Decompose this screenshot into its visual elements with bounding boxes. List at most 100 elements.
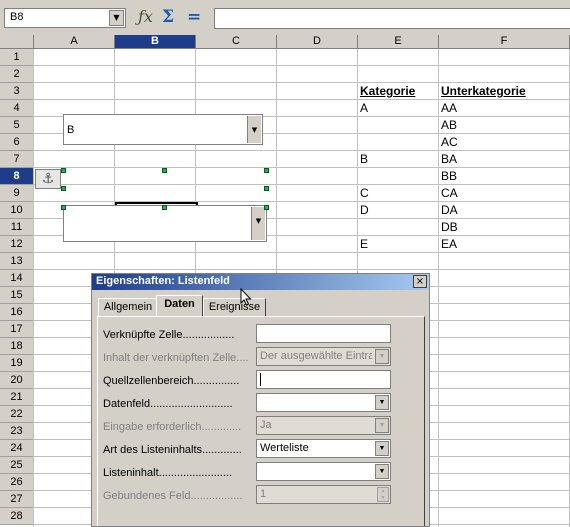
tab-daten[interactable]: Daten [156, 295, 203, 316]
row-header-12[interactable]: 12 [0, 236, 34, 253]
formula-input[interactable] [214, 8, 570, 29]
chevron-down-icon[interactable]: ▼ [251, 207, 265, 240]
gridline [34, 167, 570, 168]
row-header-4[interactable]: 4 [0, 100, 34, 117]
cell-e12[interactable]: E [360, 237, 368, 251]
dialog-title-bar[interactable]: Eigenschaften: Listenfeld × [92, 274, 429, 290]
gridline [34, 150, 570, 151]
tab-ereignisse[interactable]: Ereignisse [203, 298, 266, 316]
selection-handle[interactable] [61, 168, 66, 173]
row-header-10[interactable]: 10 [0, 202, 34, 219]
column-header-a[interactable]: A [34, 35, 115, 49]
row-header-17[interactable]: 17 [0, 321, 34, 338]
selection-handle[interactable] [264, 205, 269, 210]
row-header-14[interactable]: 14 [0, 270, 34, 287]
formula-bar: B8 ▼ ƒx Σ = [0, 0, 570, 35]
anchor-icon[interactable]: ⚓ [35, 169, 61, 189]
cell-f11[interactable]: DB [441, 220, 458, 234]
row-header-3[interactable]: 3 [0, 83, 34, 100]
close-icon[interactable]: × [413, 275, 427, 288]
row-header-8[interactable]: 8 [0, 168, 34, 185]
chevron-down-icon: ▼ [375, 418, 389, 433]
row-header-7[interactable]: 7 [0, 151, 34, 168]
row-header-24[interactable]: 24 [0, 440, 34, 457]
cell-f7[interactable]: BA [441, 152, 457, 166]
chevron-down-icon[interactable]: ▼ [375, 441, 389, 456]
chevron-down-icon[interactable]: ▼ [375, 464, 389, 479]
properties-dialog[interactable]: Eigenschaften: Listenfeld × Allgemein Da… [91, 273, 430, 527]
row-header-1[interactable]: 1 [0, 49, 34, 66]
cell-e9[interactable]: C [360, 186, 369, 200]
cell-e7[interactable]: B [360, 152, 368, 166]
selection-handle[interactable] [264, 186, 269, 191]
art-des-listeninhalts-select[interactable]: Werteliste ▼ [256, 439, 391, 458]
select-value: Ja [260, 419, 272, 431]
row-header-26[interactable]: 26 [0, 474, 34, 491]
select-all-corner[interactable] [0, 35, 34, 49]
datenfeld-select[interactable]: ▼ [256, 393, 391, 412]
row-header-13[interactable]: 13 [0, 253, 34, 270]
listbox-control-category[interactable]: B ▼ [63, 114, 263, 145]
selection-handle[interactable] [162, 168, 167, 173]
cell-e3[interactable]: Kategorie [360, 84, 415, 98]
row-header-19[interactable]: 19 [0, 355, 34, 372]
label-eingabe-erforderlich: Eingabe erforderlich............. [103, 421, 242, 433]
cell-f10[interactable]: DA [441, 203, 458, 217]
row-header-18[interactable]: 18 [0, 338, 34, 355]
chevron-down-icon[interactable]: ▼ [247, 116, 261, 143]
selection-handle[interactable] [61, 186, 66, 191]
select-value: Werteliste [260, 442, 309, 454]
row-header-15[interactable]: 15 [0, 287, 34, 304]
listbox-category-value: B [67, 124, 75, 136]
column-header-e[interactable]: E [358, 35, 439, 49]
chevron-down-icon: ▼ [375, 349, 389, 364]
row-header-5[interactable]: 5 [0, 117, 34, 134]
row-header-11[interactable]: 11 [0, 219, 34, 236]
row-header-27[interactable]: 27 [0, 491, 34, 508]
cell-f6[interactable]: AC [441, 135, 458, 149]
cell-e4[interactable]: A [360, 101, 368, 115]
select-value: Der ausgewählte Eintrag [260, 350, 372, 362]
selection-handle[interactable] [162, 205, 167, 210]
cell-f3[interactable]: Unterkategorie [441, 84, 526, 98]
equals-icon[interactable]: = [187, 7, 201, 29]
cell-f12[interactable]: EA [441, 237, 457, 251]
column-header-d[interactable]: D [277, 35, 358, 49]
cell-f5[interactable]: AB [441, 118, 457, 132]
tab-label: Daten [164, 298, 195, 310]
row-header-21[interactable]: 21 [0, 389, 34, 406]
label-quellzellenbereich: Quellzellenbereich............... [103, 375, 240, 387]
label-listeninhalt: Listeninhalt........................ [103, 467, 232, 479]
row-header-16[interactable]: 16 [0, 304, 34, 321]
cell-f4[interactable]: AA [441, 101, 457, 115]
row-header-28[interactable]: 28 [0, 508, 34, 525]
label-art-des-listeninhalts: Art des Listeninhalts............. [103, 444, 242, 456]
cell-f8[interactable]: BB [441, 169, 457, 183]
selection-handle[interactable] [264, 168, 269, 173]
row-header-22[interactable]: 22 [0, 406, 34, 423]
cell-f9[interactable]: CA [441, 186, 458, 200]
cell-e10[interactable]: D [360, 203, 369, 217]
row-header-9[interactable]: 9 [0, 185, 34, 202]
row-header-23[interactable]: 23 [0, 423, 34, 440]
quellzellenbereich-input[interactable] [256, 370, 391, 389]
column-header-b[interactable]: B [115, 35, 196, 49]
verknuepfte-zelle-input[interactable] [256, 324, 391, 343]
sum-icon[interactable]: Σ [162, 7, 174, 29]
row-header-2[interactable]: 2 [0, 66, 34, 83]
row-header-6[interactable]: 6 [0, 134, 34, 151]
listeninhalt-select[interactable]: ▼ [256, 462, 391, 481]
chevron-down-icon[interactable]: ▼ [109, 10, 124, 26]
listbox-control-subcategory[interactable]: ▼ [63, 205, 267, 242]
tab-allgemein[interactable]: Allgemein [98, 298, 158, 316]
mouse-pointer-icon [240, 288, 252, 306]
column-header-f[interactable]: F [439, 35, 570, 49]
name-box[interactable]: B8 ▼ [4, 8, 126, 28]
name-box-value[interactable]: B8 [10, 11, 23, 23]
row-header-20[interactable]: 20 [0, 372, 34, 389]
function-wizard-icon[interactable]: ƒx [138, 7, 153, 29]
column-header-c[interactable]: C [196, 35, 277, 49]
row-header-25[interactable]: 25 [0, 457, 34, 474]
chevron-down-icon[interactable]: ▼ [375, 395, 389, 410]
selection-handle[interactable] [61, 205, 66, 210]
